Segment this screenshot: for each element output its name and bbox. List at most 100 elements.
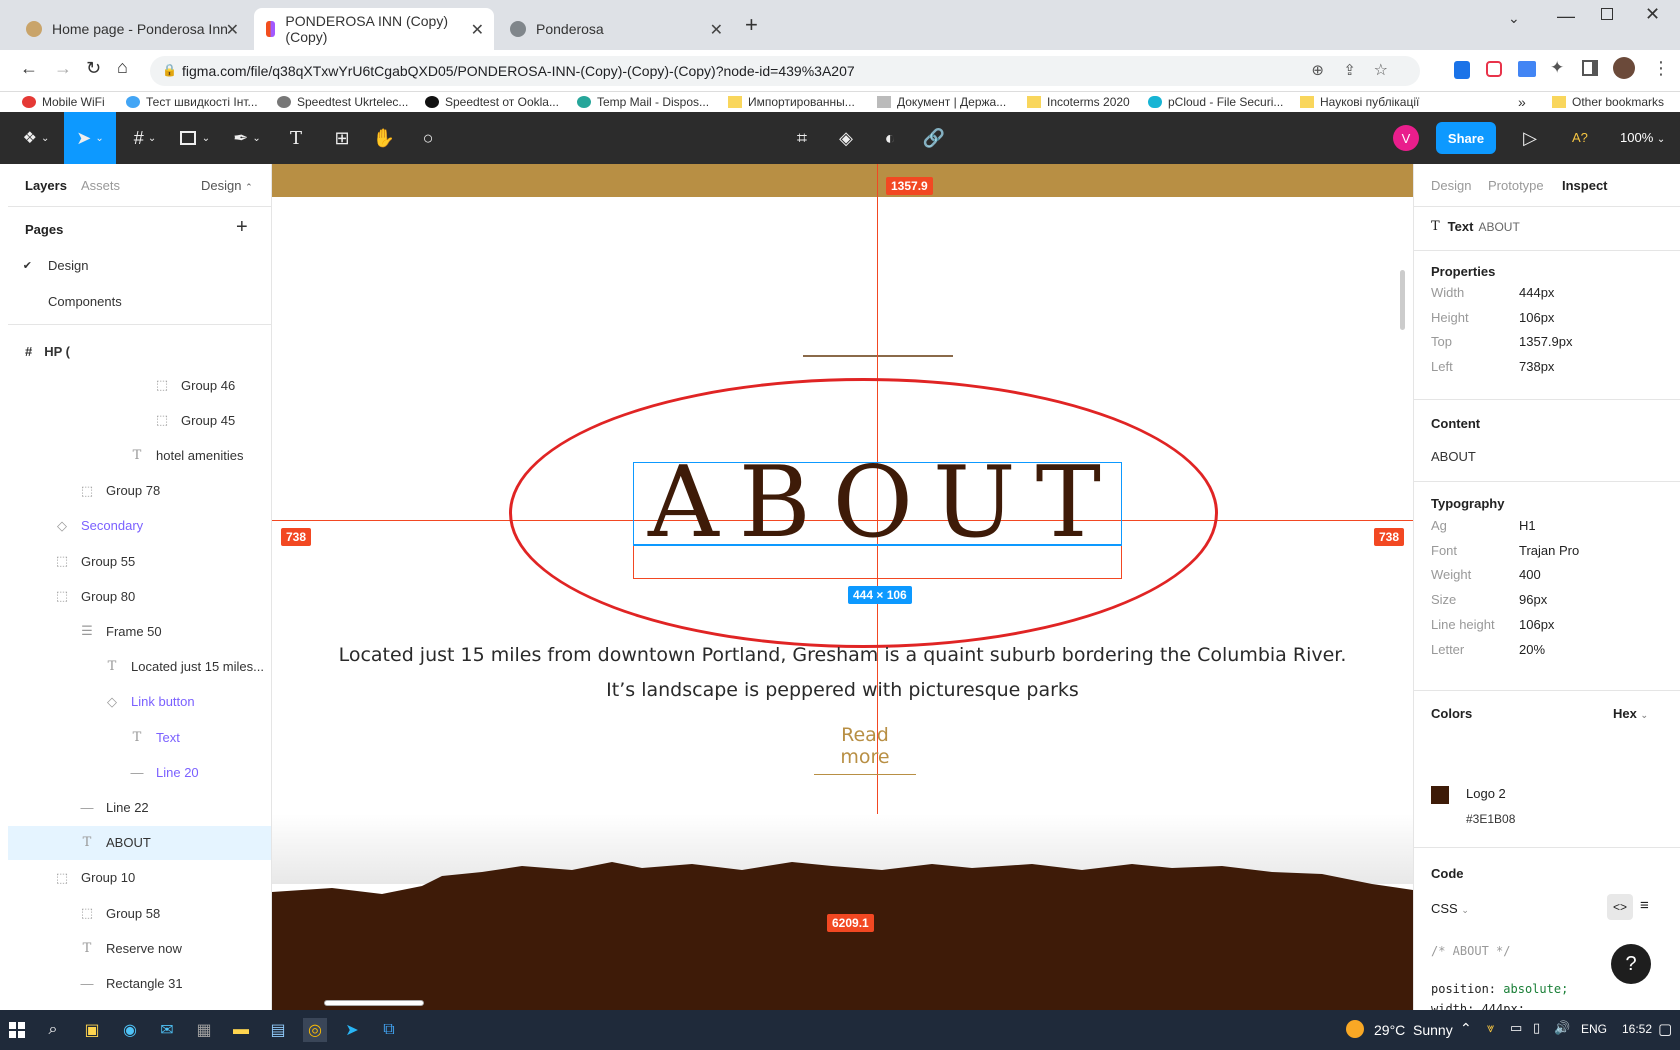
close-window-icon[interactable]: ✕ — [1645, 4, 1660, 25]
page-item-components[interactable]: Components — [8, 284, 271, 318]
tab-inspect[interactable]: Inspect — [1562, 178, 1608, 193]
property-value[interactable]: Trajan Pro — [1519, 543, 1579, 563]
layer-row[interactable]: — Line 20 — [8, 755, 271, 789]
zoom-icon[interactable]: ⊕ — [1311, 61, 1324, 79]
bookmark-item[interactable]: Документ | Держа... — [877, 92, 1006, 112]
bookmark-folder[interactable]: Импортированны... — [728, 92, 855, 112]
windows-start-icon[interactable] — [5, 1018, 29, 1042]
property-value[interactable]: 96px — [1519, 592, 1547, 612]
browser-menu-icon[interactable]: ⋮ — [1652, 58, 1670, 79]
volume-icon[interactable]: 🔊 — [1554, 1020, 1570, 1036]
tab-layers[interactable]: Layers — [25, 178, 67, 193]
share-page-icon[interactable]: ⇪ — [1343, 61, 1356, 79]
color-hex[interactable]: #3E1B08 — [1466, 812, 1515, 826]
edge-icon[interactable]: ◉ — [118, 1018, 142, 1042]
close-tab-icon[interactable]: ✕ — [471, 20, 484, 40]
property-value[interactable]: 400 — [1519, 567, 1541, 587]
move-tool-icon[interactable]: ➤ ⌄ — [64, 112, 116, 164]
layer-row[interactable]: T Reserve now — [8, 931, 271, 965]
other-bookmarks[interactable]: Other bookmarks — [1552, 92, 1664, 112]
rectangle-tool-icon[interactable]: ⌄ — [172, 112, 218, 164]
side-panel-icon[interactable] — [1582, 60, 1598, 76]
help-button[interactable]: ? — [1611, 944, 1651, 984]
bookmark-folder[interactable]: Incoterms 2020 — [1027, 92, 1130, 112]
tab-search-chevron-icon[interactable]: ⌄ — [1508, 10, 1520, 27]
input-language[interactable]: ENG — [1581, 1022, 1607, 1036]
layer-row[interactable]: ⬚ Group 55 — [8, 544, 271, 578]
page-item-design[interactable]: ✔ Design — [8, 248, 271, 282]
forward-icon[interactable]: → — [54, 58, 72, 79]
calculator-icon[interactable]: ▦ — [192, 1018, 216, 1042]
reload-icon[interactable]: ↻ — [86, 58, 101, 79]
tab-assets[interactable]: Assets — [81, 178, 120, 193]
user-avatar[interactable]: V — [1393, 125, 1419, 151]
property-value[interactable]: H1 — [1519, 518, 1536, 538]
frame-layer-hp[interactable]: # HP ( — [8, 334, 271, 368]
accessibility-check-label[interactable]: A? — [1572, 130, 1588, 145]
layer-row[interactable]: — Line 22 — [8, 790, 271, 824]
property-value[interactable]: 1357.9px — [1519, 334, 1573, 354]
pocket-icon[interactable] — [1486, 61, 1502, 77]
read-more-link[interactable]: Read more — [814, 724, 916, 775]
bookmark-item[interactable]: Speedtest от Ookla... — [425, 92, 559, 112]
code-language-dropdown[interactable]: CSS ⌄ — [1431, 901, 1469, 916]
star-icon[interactable]: ☆ — [1374, 60, 1388, 80]
translate-icon[interactable] — [1518, 61, 1536, 77]
bookmark-item[interactable]: Speedtest Ukrtelec... — [277, 92, 408, 112]
property-value[interactable]: 444px — [1519, 285, 1554, 305]
notifications-icon[interactable]: ▢ — [1658, 1020, 1672, 1038]
profile-avatar[interactable] — [1613, 57, 1635, 79]
battery-icon[interactable]: ▯ — [1533, 1020, 1540, 1036]
present-play-icon[interactable]: ▷ — [1515, 112, 1545, 164]
text-tool-icon[interactable]: T — [276, 112, 316, 164]
layer-row[interactable]: ☰ Frame 50 — [8, 614, 271, 648]
maximize-icon[interactable] — [1601, 8, 1613, 20]
network-icon[interactable]: ▭ — [1510, 1020, 1522, 1036]
color-format-dropdown[interactable]: Hex ⌄ — [1613, 706, 1648, 721]
layer-row[interactable]: ◇ Link button — [8, 685, 271, 719]
layer-row[interactable]: T Located just 15 miles... — [8, 650, 271, 684]
content-value[interactable]: ABOUT — [1431, 449, 1476, 464]
property-value[interactable]: 20% — [1519, 642, 1545, 662]
add-page-icon[interactable]: + — [236, 216, 248, 239]
extension-d-icon[interactable] — [1454, 61, 1470, 79]
property-value[interactable]: 106px — [1519, 310, 1554, 330]
extensions-puzzle-icon[interactable]: ✦ — [1550, 58, 1564, 78]
minimize-icon[interactable]: — — [1557, 6, 1575, 27]
bookmark-item[interactable]: Temp Mail - Dispos... — [577, 92, 709, 112]
figma-main-menu-icon[interactable]: ❖ ⌄ — [14, 112, 58, 164]
frame-tool-icon[interactable]: # ⌄ — [122, 112, 168, 164]
property-value[interactable]: 106px — [1519, 617, 1554, 637]
clock[interactable]: 16:52 — [1622, 1022, 1652, 1036]
tray-chevron-icon[interactable]: ⌃ — [1460, 1020, 1472, 1037]
bookmark-item[interactable]: Тест швидкості Інт... — [126, 92, 258, 112]
layer-row[interactable]: — Rectangle 31 — [8, 966, 271, 1000]
layer-row[interactable]: ⬚ Group 78 — [8, 474, 271, 508]
layer-row[interactable]: ◇ Secondary — [8, 509, 271, 543]
hand-tool-icon[interactable]: ✋ — [364, 112, 404, 164]
vscode-icon[interactable]: ⧉ — [377, 1018, 401, 1042]
link-icon[interactable]: 🔗 — [914, 112, 954, 164]
color-swatch[interactable] — [1431, 786, 1449, 804]
browser-tab-figma[interactable]: PONDEROSA INN (Copy) (Copy) ✕ — [254, 8, 494, 50]
tab-design[interactable]: Design — [1431, 178, 1471, 193]
canvas-scrollbar[interactable] — [1400, 270, 1405, 330]
url-input[interactable]: 🔒 figma.com/file/q38qXTxwYrU6tCgabQXD05/… — [150, 56, 1420, 86]
search-icon[interactable]: ⌕ — [41, 1018, 65, 1042]
chrome-icon[interactable]: ◎ — [303, 1018, 327, 1042]
component-tool-icon[interactable]: ◈ — [826, 112, 866, 164]
layer-row[interactable]: ⬚ Group 58 — [8, 896, 271, 930]
resources-icon[interactable]: ⊞ — [322, 112, 362, 164]
layer-row[interactable]: T ABOUT — [8, 825, 271, 860]
bookmark-item[interactable]: pCloud - File Securi... — [1148, 92, 1283, 112]
page-dropdown[interactable]: Design ⌃ — [201, 178, 253, 193]
layer-row[interactable]: ⬚ Group 80 — [8, 579, 271, 613]
back-icon[interactable]: ← — [20, 58, 38, 79]
store-icon[interactable]: ▣ — [80, 1018, 104, 1042]
mail-icon[interactable]: ✉ — [155, 1018, 179, 1042]
browser-tab-ponderosa[interactable]: Ponderosa ✕ — [498, 8, 733, 50]
bookmark-item[interactable]: Mobile WiFi — [22, 92, 105, 112]
tray-app-icon[interactable]: ⩔ — [1487, 1020, 1494, 1036]
more-bookmarks-icon[interactable]: » — [1518, 92, 1526, 112]
close-tab-icon[interactable]: ✕ — [710, 20, 723, 40]
